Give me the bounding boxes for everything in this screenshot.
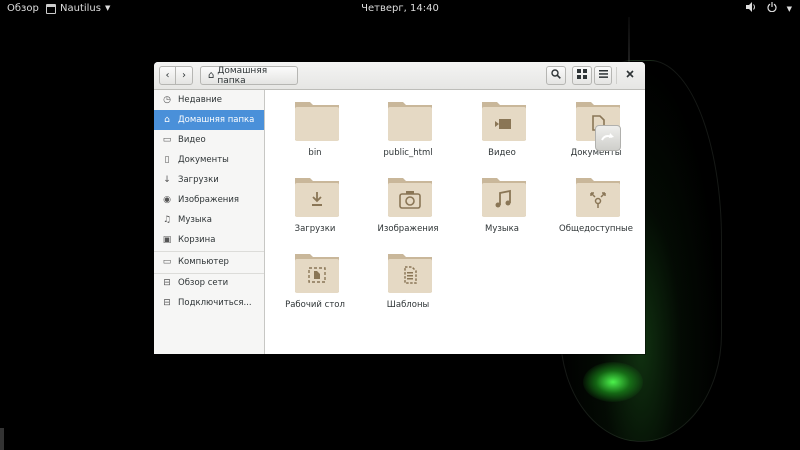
desktop-edge bbox=[0, 428, 4, 450]
path-label: Домашняя папка bbox=[217, 65, 268, 86]
sidebar-item-label: Корзина bbox=[178, 235, 216, 245]
close-icon bbox=[626, 70, 634, 81]
header-bar: ‹ › ⌂ Домашняя папка bbox=[154, 62, 645, 90]
sidebar-item-network[interactable]: ⊟ Обзор сети bbox=[154, 273, 264, 293]
desktop-green-glow bbox=[583, 362, 643, 402]
sidebar-item-label: Загрузки bbox=[178, 175, 219, 185]
file-item-templates[interactable]: Шаблоны bbox=[361, 244, 455, 318]
sidebar-item-label: Обзор сети bbox=[178, 278, 229, 288]
file-item-downloads[interactable]: Загрузки bbox=[268, 168, 362, 242]
chevron-right-icon: › bbox=[182, 70, 186, 81]
sidebar-item-label: Документы bbox=[178, 155, 229, 165]
sidebar-item-home[interactable]: ⌂ Домашняя папка bbox=[154, 110, 264, 130]
sidebar-item-recent[interactable]: ◷ Недавние bbox=[154, 90, 264, 110]
sidebar-item-trash[interactable]: ▣ Корзина bbox=[154, 230, 264, 250]
file-grid: bin public_html Видео Документы Загрузки… bbox=[265, 90, 645, 354]
clock[interactable]: Четверг, 14:40 bbox=[0, 2, 800, 15]
volume-icon bbox=[745, 2, 757, 16]
file-item-public-html[interactable]: public_html bbox=[361, 92, 455, 166]
power-icon bbox=[767, 2, 777, 16]
trash-icon: ▣ bbox=[162, 235, 172, 245]
sidebar-item-documents[interactable]: ▯ Документы bbox=[154, 150, 264, 170]
file-item-videos[interactable]: Видео bbox=[455, 92, 549, 166]
folder-icon bbox=[388, 102, 432, 141]
sidebar-item-music[interactable]: ♫ Музыка bbox=[154, 210, 264, 230]
sidebar-item-label: Недавние bbox=[178, 95, 223, 105]
reload-icon[interactable] bbox=[595, 125, 621, 151]
file-item-pictures[interactable]: Изображения bbox=[361, 168, 455, 242]
search-button[interactable] bbox=[546, 66, 566, 85]
chevron-down-icon: ▼ bbox=[786, 4, 792, 13]
forward-button[interactable]: › bbox=[175, 66, 193, 85]
places-sidebar: ◷ Недавние ⌂ Домашняя папка ▭ Видео ▯ До… bbox=[154, 90, 265, 354]
connect-icon: ⊟ bbox=[163, 298, 171, 308]
sidebar-item-label: Видео bbox=[178, 135, 206, 145]
system-status-area[interactable]: ▼ bbox=[745, 2, 792, 16]
chevron-left-icon: ‹ bbox=[165, 70, 170, 81]
file-item-desktop[interactable]: Рабочий стол bbox=[268, 244, 362, 318]
nautilus-window: ‹ › ⌂ Домашняя папка ◷ Недавние ⌂ Домашн… bbox=[154, 62, 645, 354]
document-icon: ▯ bbox=[164, 155, 170, 165]
file-label: Загрузки bbox=[294, 224, 336, 234]
music-icon: ♫ bbox=[162, 215, 172, 225]
view-mode-button[interactable] bbox=[572, 66, 592, 85]
file-label: bin bbox=[308, 148, 322, 158]
desktop-folder-icon bbox=[295, 254, 339, 293]
file-item-music[interactable]: Музыка bbox=[455, 168, 549, 242]
downloads-folder-icon bbox=[295, 178, 339, 217]
folder-icon bbox=[295, 102, 339, 141]
hamburger-menu-icon bbox=[598, 70, 608, 81]
sidebar-item-label: Компьютер bbox=[178, 257, 229, 267]
file-item-public[interactable]: Общедоступные bbox=[549, 168, 643, 242]
video-icon: ▭ bbox=[162, 135, 172, 145]
sidebar-item-downloads[interactable]: ↓ Загрузки bbox=[154, 170, 264, 190]
home-icon: ⌂ bbox=[164, 115, 170, 125]
network-icon: ⊟ bbox=[163, 278, 171, 288]
file-label: Видео bbox=[488, 148, 516, 158]
file-label: public_html bbox=[383, 148, 433, 158]
search-icon bbox=[551, 69, 561, 82]
drive-icon: ▭ bbox=[162, 257, 172, 267]
file-label: Изображения bbox=[377, 224, 439, 234]
top-panel: Обзор Nautilus ▼ Четверг, 14:40 ▼ bbox=[0, 0, 800, 17]
sidebar-item-label: Музыка bbox=[178, 215, 212, 225]
sidebar-item-label: Изображения bbox=[178, 195, 240, 205]
sidebar-item-computer[interactable]: ▭ Компьютер bbox=[154, 252, 264, 272]
sidebar-item-label: Домашняя папка bbox=[178, 115, 255, 125]
header-separator bbox=[616, 67, 617, 84]
video-folder-icon bbox=[482, 102, 526, 141]
file-label: Шаблоны bbox=[386, 300, 430, 310]
back-button[interactable]: ‹ bbox=[159, 66, 176, 85]
templates-folder-icon bbox=[388, 254, 432, 293]
sidebar-item-connect-server[interactable]: ⊟ Подключиться... bbox=[154, 293, 264, 313]
music-folder-icon bbox=[482, 178, 526, 217]
home-icon: ⌂ bbox=[208, 70, 215, 81]
share-folder-icon bbox=[576, 178, 620, 217]
sidebar-item-videos[interactable]: ▭ Видео bbox=[154, 130, 264, 150]
camera-icon: ◉ bbox=[163, 195, 171, 205]
file-label: Рабочий стол bbox=[285, 300, 345, 310]
path-bar-home-button[interactable]: ⌂ Домашняя папка bbox=[200, 65, 298, 86]
grid-view-icon bbox=[577, 69, 587, 82]
pictures-folder-icon bbox=[388, 178, 432, 217]
menu-button[interactable] bbox=[594, 66, 612, 85]
sidebar-item-label: Подключиться... bbox=[178, 298, 252, 308]
sidebar-item-pictures[interactable]: ◉ Изображения bbox=[154, 190, 264, 210]
close-window-button[interactable] bbox=[621, 66, 639, 85]
file-label: Общедоступные bbox=[559, 224, 633, 234]
clock-icon: ◷ bbox=[163, 95, 171, 105]
download-icon: ↓ bbox=[163, 175, 171, 185]
file-item-bin[interactable]: bin bbox=[268, 92, 362, 166]
file-label: Музыка bbox=[485, 224, 519, 234]
